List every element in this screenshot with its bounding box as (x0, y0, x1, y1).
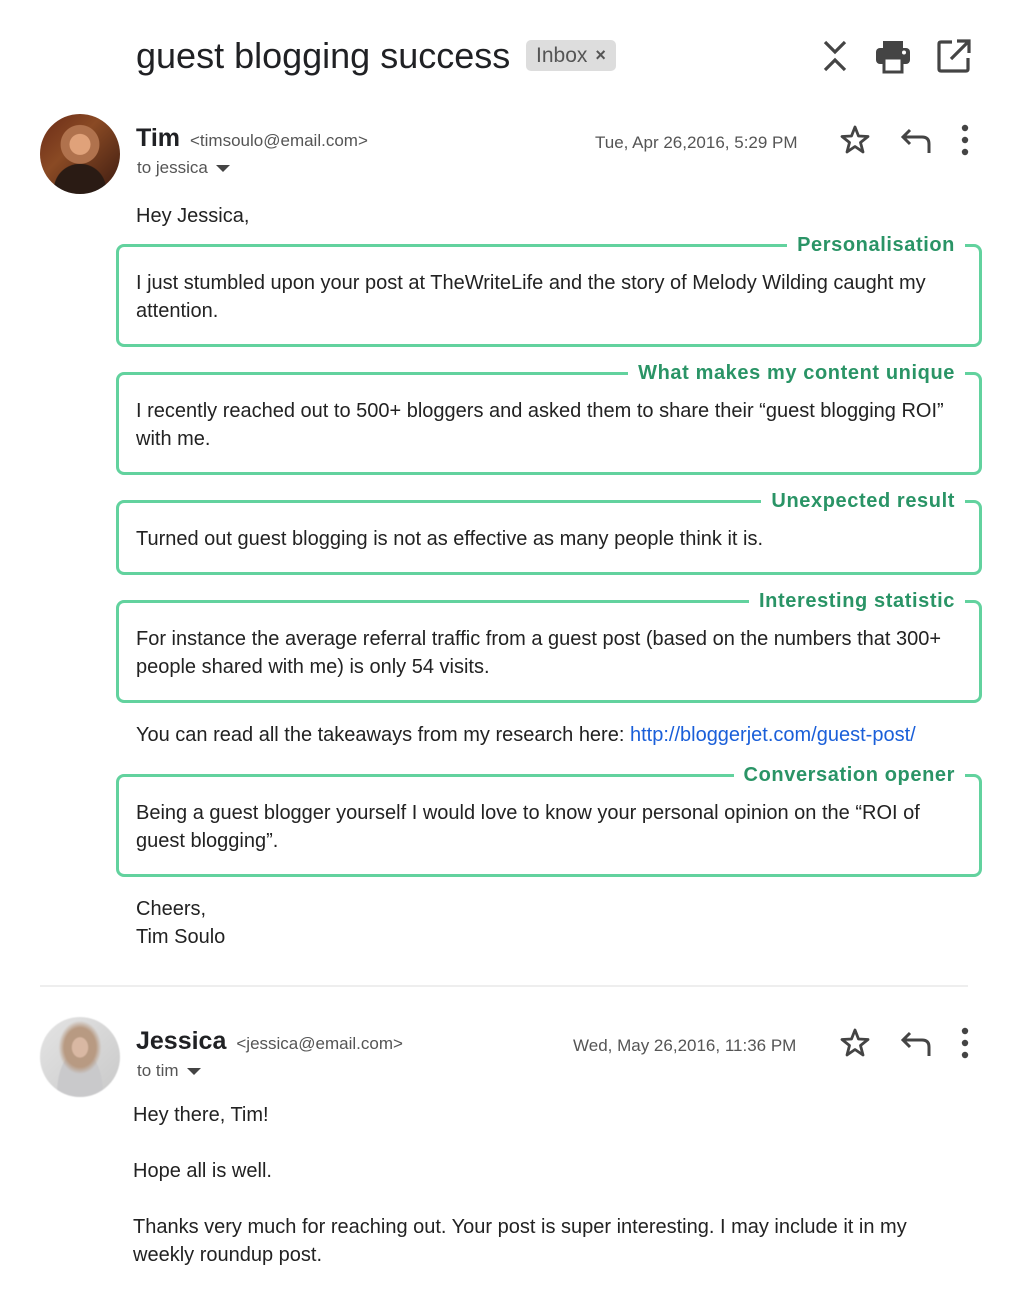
collapse-icon[interactable] (815, 36, 855, 76)
message-divider (40, 985, 968, 987)
research-link[interactable]: http://bloggerjet.com/guest-post/ (630, 724, 916, 746)
avatar-tim (40, 114, 120, 194)
annotation-box-personalisation: Personalisation I just stumbled upon you… (116, 230, 982, 347)
annotation-box-unique-content: What makes my content unique I recently … (116, 358, 982, 475)
reply-icon[interactable] (898, 1025, 934, 1061)
inbox-label-badge[interactable]: Inbox × (526, 40, 616, 71)
annotation-label: Interesting statistic (749, 586, 965, 616)
sender-email: <timsoulo@email.com> (190, 131, 368, 150)
sender-name: Jessica (136, 1027, 227, 1055)
open-new-window-icon[interactable] (934, 36, 974, 76)
message-date: Wed, May 26,2016, 11:36 PM (573, 1036, 797, 1055)
sender-email: <jessica@email.com> (236, 1034, 403, 1053)
reply-paragraph: Thanks very much for reaching out. Your … (133, 1216, 907, 1266)
more-options-icon[interactable] (947, 1025, 983, 1061)
recipient-text: to jessica (137, 158, 208, 177)
avatar-jessica (40, 1017, 120, 1097)
star-icon[interactable] (837, 1025, 873, 1061)
reply-paragraph: Hope all is well. (133, 1160, 272, 1182)
annotation-text: I recently reached out to 500+ bloggers … (136, 400, 944, 450)
takeaway-text: You can read all the takeaways from my r… (136, 724, 630, 746)
star-icon[interactable] (837, 122, 873, 158)
remove-label-icon[interactable]: × (595, 40, 606, 71)
reply-paragraph: Hey there, Tim! (133, 1104, 269, 1126)
email-subject: guest blogging success (136, 35, 511, 76)
signoff: Cheers, (136, 898, 207, 920)
greeting: Hey Jessica, (136, 205, 250, 227)
annotation-box-conversation-opener: Conversation opener Being a guest blogge… (116, 760, 982, 877)
annotation-text: Turned out guest blogging is not as effe… (136, 528, 764, 550)
recipient-text: to tim (137, 1061, 179, 1080)
annotation-text: Being a guest blogger yourself I would l… (136, 802, 920, 852)
annotation-label: Personalisation (787, 230, 965, 260)
message-date: Tue, Apr 26,2016, 5:29 PM (595, 133, 798, 152)
sender-name: Tim (136, 124, 180, 152)
more-options-icon[interactable] (947, 122, 983, 158)
inbox-label-text: Inbox (536, 44, 588, 67)
annotation-label: Conversation opener (733, 760, 965, 790)
print-icon[interactable] (873, 36, 913, 76)
chevron-down-icon (186, 1067, 201, 1075)
reply-icon[interactable] (898, 122, 934, 158)
annotation-label: Unexpected result (761, 486, 965, 516)
recipient-dropdown[interactable]: to jessica (137, 158, 230, 178)
takeaway-line: You can read all the takeaways from my r… (136, 721, 916, 749)
annotation-box-unexpected-result: Unexpected result Turned out guest blogg… (116, 486, 982, 575)
recipient-dropdown[interactable]: to tim (137, 1061, 201, 1081)
annotation-label: What makes my content unique (628, 358, 965, 388)
signature: Tim Soulo (136, 926, 226, 948)
chevron-down-icon (215, 164, 230, 172)
annotation-text: I just stumbled upon your post at TheWri… (136, 272, 926, 322)
annotation-box-statistic: Interesting statistic For instance the a… (116, 586, 982, 703)
annotation-text: For instance the average referral traffi… (136, 628, 942, 678)
